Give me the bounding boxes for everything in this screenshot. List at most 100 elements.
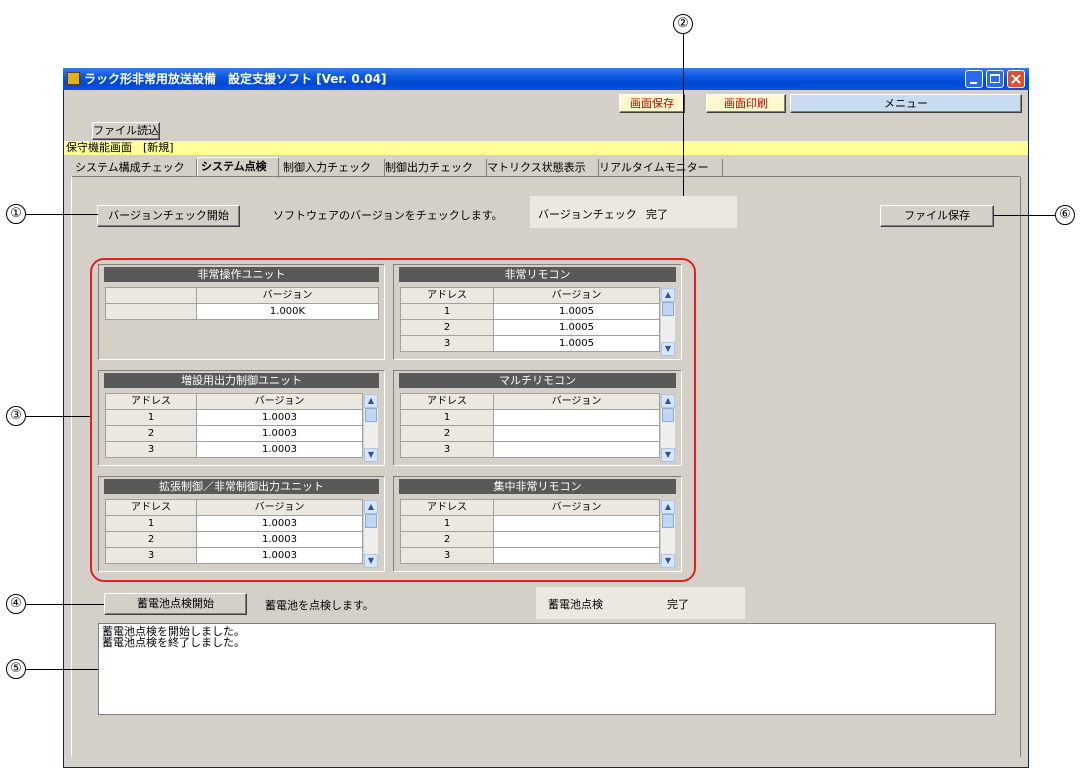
table-row: 2 1.0003 xyxy=(105,425,363,442)
col-address: アドレス xyxy=(105,393,197,410)
table-row: 2 xyxy=(400,425,660,442)
table-row: 1 xyxy=(400,515,660,532)
col-address: アドレス xyxy=(400,393,494,410)
table-row: 2 xyxy=(400,531,660,548)
panel-extended-control-unit: 拡張制御／非常制御出力ユニット アドレス バージョン 1 1.0003 2 1.000… xyxy=(98,476,385,572)
scroll-down-icon[interactable]: ▼ xyxy=(661,342,675,356)
scroll-thumb[interactable] xyxy=(662,302,674,316)
scroll-down-icon[interactable]: ▼ xyxy=(364,448,378,462)
callout-1-line xyxy=(26,214,98,215)
callout-2: ② xyxy=(673,14,693,34)
callout-6-line xyxy=(994,215,1055,216)
scroll-down-icon[interactable]: ▼ xyxy=(364,554,378,568)
scrollbar[interactable]: ▲ ▼ xyxy=(661,500,675,568)
callout-5: ⑤ xyxy=(6,659,26,679)
callout-4: ④ xyxy=(6,594,26,614)
screen-save-button[interactable]: 画面保存 xyxy=(619,94,685,113)
panel-title: 非常操作ユニット xyxy=(104,267,379,282)
tab-realtime-monitor[interactable]: リアルタイムモニター xyxy=(596,159,723,177)
scroll-thumb[interactable] xyxy=(365,514,377,528)
battery-check-status-label: 蓄電池点検 xyxy=(548,598,603,611)
panel-title: 非常リモコン xyxy=(399,267,676,282)
scroll-thumb[interactable] xyxy=(662,408,674,422)
table-row: 1 1.0005 xyxy=(400,303,660,320)
app-icon xyxy=(67,72,80,85)
menu-button[interactable]: メニュー xyxy=(790,94,1022,113)
tab-control-output[interactable]: 制御出力チェック xyxy=(382,159,487,177)
maximize-icon[interactable] xyxy=(986,70,1004,88)
panel-title: 拡張制御／非常制御出力ユニット xyxy=(104,479,379,494)
mode-label: 保守機能画面 [新規] xyxy=(66,141,174,154)
close-icon[interactable] xyxy=(1007,70,1025,88)
col-version: バージョン xyxy=(196,393,363,410)
panel-multi-remote: マルチリモコン アドレス バージョン 1 2 3 ▲ ▼ xyxy=(393,370,682,466)
version-check-status: バージョンチェック 完了 xyxy=(530,196,737,228)
battery-check-description: 蓄電池を点検します。 xyxy=(265,599,374,612)
table-row: 1 1.0003 xyxy=(105,515,363,532)
mode-bar xyxy=(64,141,1028,155)
panel-title: 増設用出力制御ユニット xyxy=(104,373,379,388)
scroll-up-icon[interactable]: ▲ xyxy=(661,288,675,302)
log-textarea[interactable]: 蓄電池点検を開始しました。 蓄電池点検を終了しました。 xyxy=(98,623,996,715)
table-row: 2 1.0005 xyxy=(400,319,660,336)
version-cell: 1.000K xyxy=(196,303,379,320)
scrollbar[interactable]: ▲ ▼ xyxy=(364,500,378,568)
col-address: アドレス xyxy=(400,287,494,304)
scrollbar[interactable]: ▲ ▼ xyxy=(661,394,675,462)
battery-check-status: 蓄電池点検 完了 xyxy=(536,587,745,619)
file-load-button[interactable]: ファイル読込 xyxy=(92,122,160,140)
table-row: 3 xyxy=(400,547,660,564)
table-row: 3 1.0003 xyxy=(105,547,363,564)
col-version: バージョン xyxy=(196,499,363,516)
col-version: バージョン xyxy=(196,287,379,304)
callout-6: ⑥ xyxy=(1055,205,1075,225)
col-version: バージョン xyxy=(493,499,660,516)
panel-central-emergency-remote: 集中非常リモコン アドレス バージョン 1 2 3 ▲ ▼ xyxy=(393,476,682,572)
scroll-up-icon[interactable]: ▲ xyxy=(661,500,675,514)
battery-check-button[interactable]: 蓄電池点検開始 xyxy=(104,593,247,615)
callout-3-line xyxy=(26,416,90,417)
battery-check-status-value: 完了 xyxy=(667,598,689,611)
scroll-thumb[interactable] xyxy=(662,514,674,528)
window-title: ラック形非常用放送設備 設定支援ソフト [Ver. 0.04] xyxy=(84,72,387,86)
col-address: アドレス xyxy=(105,499,197,516)
version-check-button[interactable]: バージョンチェック開始 xyxy=(97,205,240,227)
callout-5-line xyxy=(26,669,98,670)
version-check-status-value: 完了 xyxy=(646,208,668,221)
scrollbar[interactable]: ▲ ▼ xyxy=(364,394,378,462)
table-row: 1 xyxy=(400,409,660,426)
panel-title: 集中非常リモコン xyxy=(399,479,676,494)
panel-expansion-output-unit: 増設用出力制御ユニット アドレス バージョン 1 1.0003 2 1.0003 31… xyxy=(98,370,385,466)
panel-title: マルチリモコン xyxy=(399,373,676,388)
tab-matrix-status[interactable]: マトリクス状態表示 xyxy=(484,159,599,177)
scrollbar[interactable]: ▲ ▼ xyxy=(661,288,675,356)
tab-system-inspection[interactable]: システム点検 xyxy=(197,157,279,178)
table-row: 3 1.0003 xyxy=(105,441,363,458)
scroll-down-icon[interactable]: ▼ xyxy=(661,554,675,568)
minimize-icon[interactable] xyxy=(965,70,983,88)
version-check-status-label: バージョンチェック xyxy=(538,208,637,221)
panel-emergency-remote: 非常リモコン アドレス バージョン 1 1.0005 2 1.0005 3 1.0005… xyxy=(393,264,682,360)
table-row: 1 1.0003 xyxy=(105,409,363,426)
scroll-down-icon[interactable]: ▼ xyxy=(661,448,675,462)
scroll-up-icon[interactable]: ▲ xyxy=(364,500,378,514)
callout-3: ③ xyxy=(6,406,26,426)
col-version: バージョン xyxy=(493,287,660,304)
callout-2-line xyxy=(683,34,684,196)
col-version: バージョン xyxy=(493,393,660,410)
col-address: アドレス xyxy=(400,499,494,516)
log-line: 蓄電池点検を終了しました。 xyxy=(102,636,245,649)
panel-emergency-op-unit: 非常操作ユニット バージョン 1.000K xyxy=(98,264,385,360)
table-row: 3 1.0005 xyxy=(400,335,660,352)
scroll-thumb[interactable] xyxy=(365,408,377,422)
scroll-up-icon[interactable]: ▲ xyxy=(661,394,675,408)
tab-system-config[interactable]: システム構成チェック xyxy=(72,159,197,177)
tab-control-input[interactable]: 制御入力チェック xyxy=(280,159,385,177)
version-check-description: ソフトウェアのバージョンをチェックします。 xyxy=(273,209,503,222)
callout-4-line xyxy=(26,604,104,605)
callout-1: ① xyxy=(6,204,26,224)
scroll-up-icon[interactable]: ▲ xyxy=(364,394,378,408)
screen-print-button[interactable]: 画面印刷 xyxy=(706,94,786,113)
file-save-button[interactable]: ファイル保存 xyxy=(880,205,994,227)
table-row: 3 xyxy=(400,441,660,458)
